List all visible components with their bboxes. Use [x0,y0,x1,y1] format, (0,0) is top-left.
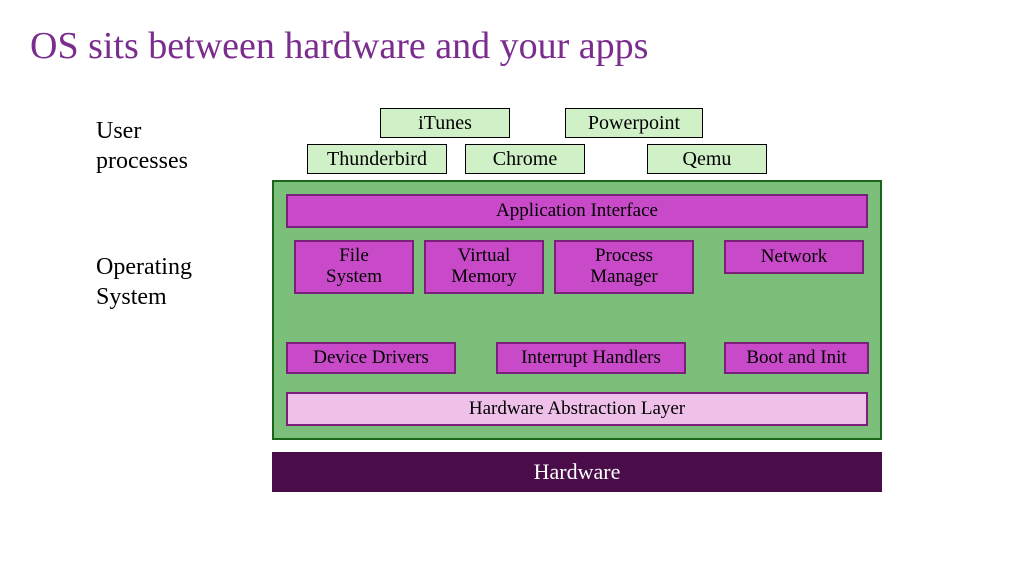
os-application-interface: Application Interface [286,194,868,228]
label-operating-system: OperatingSystem [96,252,192,312]
os-process-manager: ProcessManager [554,240,694,294]
app-chrome: Chrome [465,144,585,174]
os-container: Application Interface FileSystem Virtual… [272,180,882,440]
app-powerpoint: Powerpoint [565,108,703,138]
os-interrupt-handlers: Interrupt Handlers [496,342,686,374]
app-qemu: Qemu [647,144,767,174]
app-itunes: iTunes [380,108,510,138]
os-virtual-memory: VirtualMemory [424,240,544,294]
os-hardware-abstraction-layer: Hardware Abstraction Layer [286,392,868,426]
os-file-system: FileSystem [294,240,414,294]
os-device-drivers: Device Drivers [286,342,456,374]
app-thunderbird: Thunderbird [307,144,447,174]
slide-title: OS sits between hardware and your apps [30,24,648,68]
label-user-processes: Userprocesses [96,116,188,176]
hardware-layer: Hardware [272,452,882,492]
os-boot-init: Boot and Init [724,342,869,374]
os-network: Network [724,240,864,274]
